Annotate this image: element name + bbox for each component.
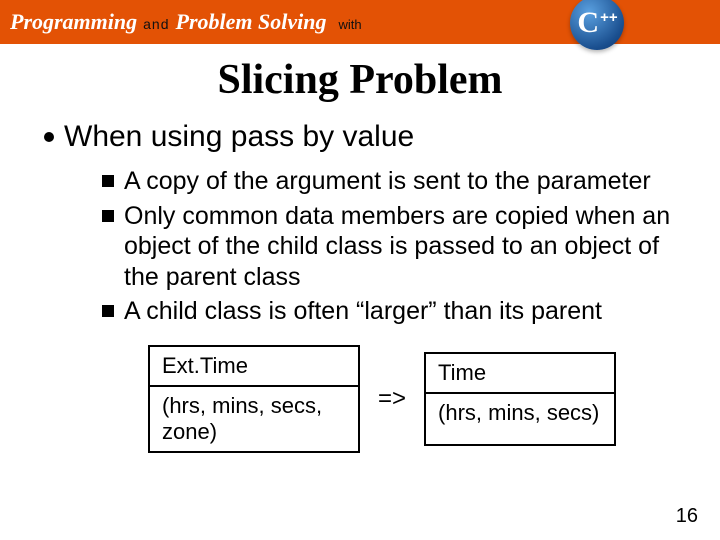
ext-time-table: Ext.Time (hrs, mins, secs, zone) — [148, 345, 360, 453]
square-bullet-icon — [102, 175, 114, 187]
bullet1-text: When using pass by value — [64, 120, 414, 154]
slide-body: When using pass by value A copy of the a… — [0, 104, 720, 453]
banner-word-and: and — [143, 16, 169, 32]
subbullet-a-text: A copy of the argument is sent to the pa… — [124, 166, 651, 197]
time-header: Time — [425, 353, 615, 393]
time-body: (hrs, mins, secs) — [425, 393, 615, 445]
subbullet-c-text: A child class is often “larger” than its… — [124, 296, 602, 327]
square-bullet-icon — [102, 210, 114, 222]
subbullet-b-text: Only common data members are copied when… — [124, 201, 676, 293]
banner-title: Programming and Problem Solving with — [10, 9, 362, 35]
header-banner: Programming and Problem Solving with C++ — [0, 0, 720, 44]
subbullet-b: Only common data members are copied when… — [102, 201, 676, 293]
time-table: Time (hrs, mins, secs) — [424, 352, 616, 446]
ext-time-header: Ext.Time — [149, 346, 359, 386]
disc-bullet-icon — [44, 132, 54, 142]
bullet-level1: When using pass by value — [44, 120, 676, 154]
subbullet-c: A child class is often “larger” than its… — [102, 296, 676, 327]
comparison-tables: Ext.Time (hrs, mins, secs, zone) => Time… — [148, 345, 676, 453]
banner-word-with: with — [338, 17, 361, 32]
subbullet-a: A copy of the argument is sent to the pa… — [102, 166, 676, 197]
banner-word-programming: Programming — [10, 9, 137, 35]
cpp-logo-icon: C++ — [570, 0, 624, 50]
square-bullet-icon — [102, 305, 114, 317]
cpp-letter-c: C — [577, 8, 599, 38]
banner-word-problem-solving: Problem Solving — [176, 9, 327, 35]
arrow-icon: => — [378, 385, 406, 413]
ext-time-body: (hrs, mins, secs, zone) — [149, 386, 359, 452]
slide-title: Slicing Problem — [0, 56, 720, 104]
page-number: 16 — [676, 505, 698, 528]
cpp-plus-plus: ++ — [600, 9, 618, 26]
